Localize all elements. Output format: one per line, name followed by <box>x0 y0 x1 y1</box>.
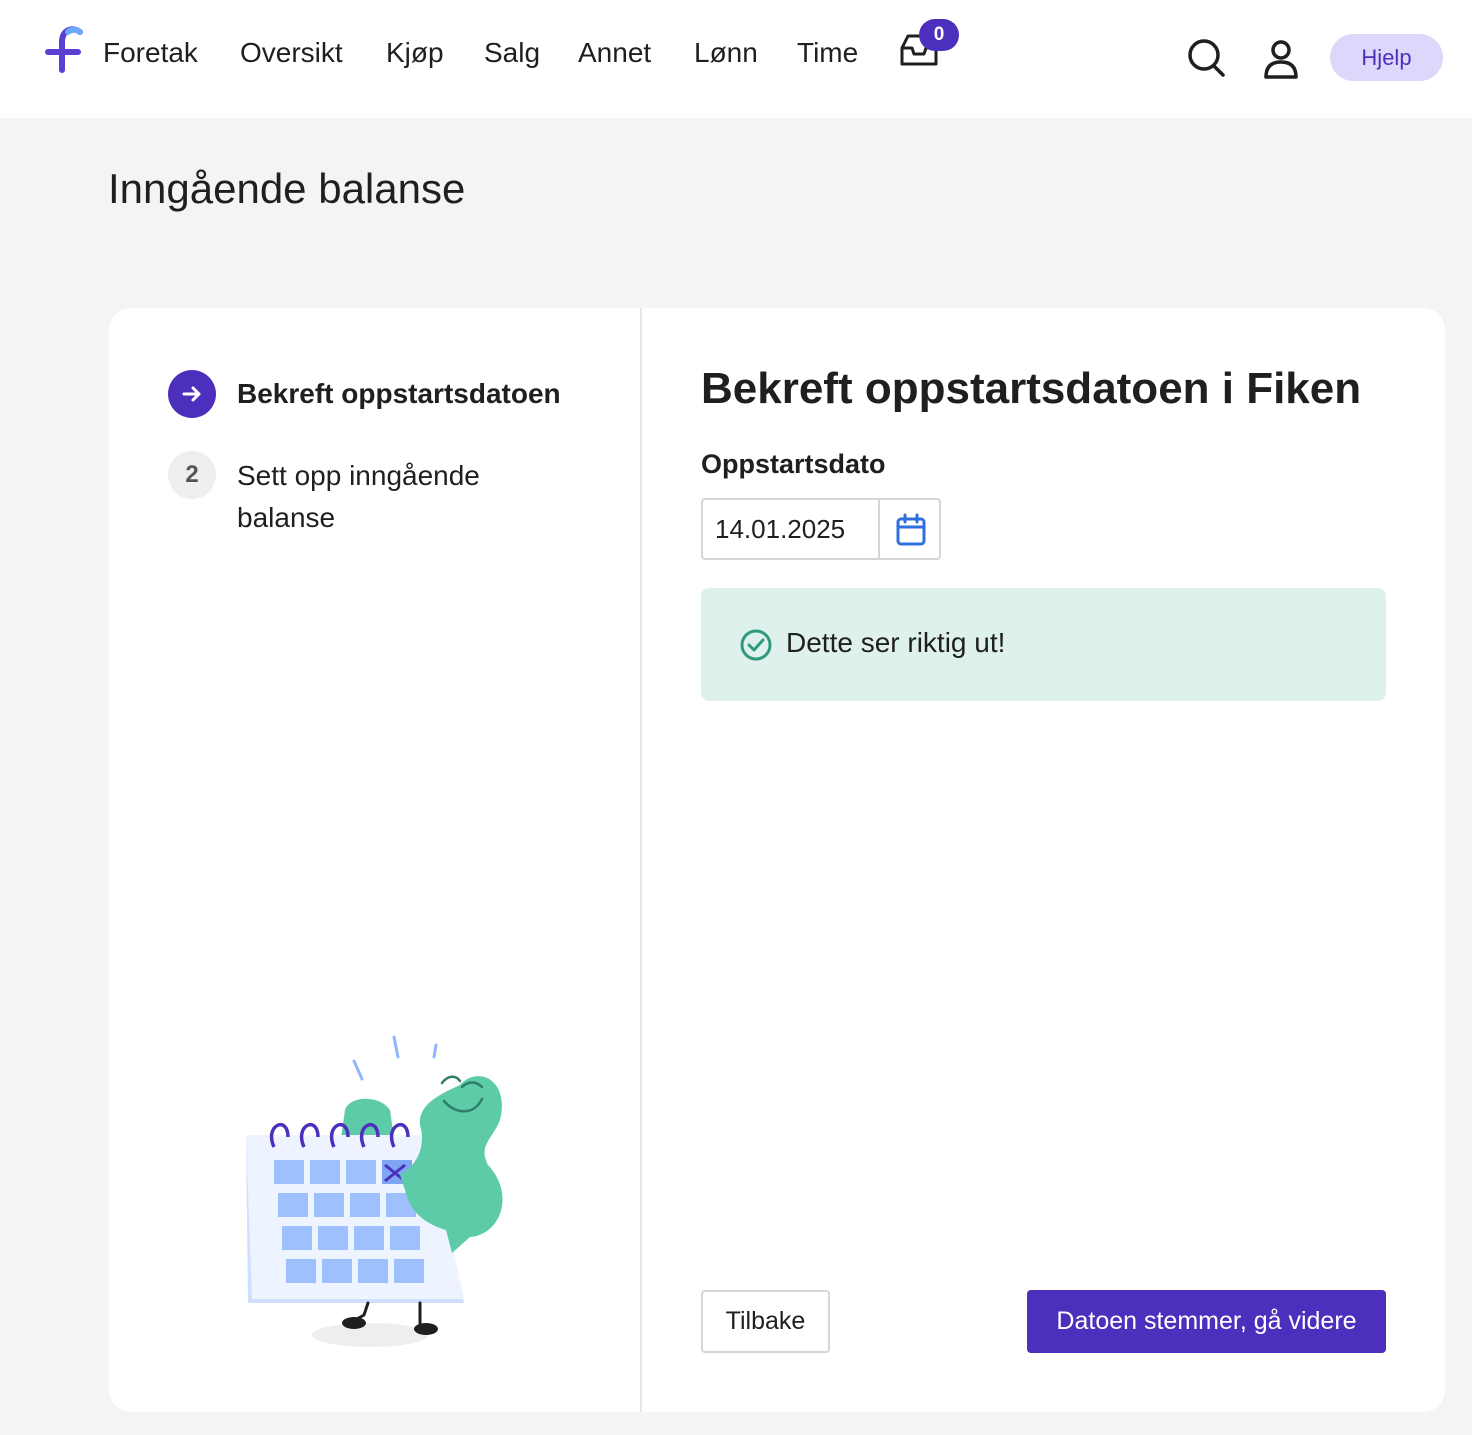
nav-item-salg[interactable]: Salg <box>484 36 540 70</box>
calendar-mascot-illustration <box>246 1035 503 1347</box>
calendar-icon <box>896 513 926 546</box>
nav-item-foretak[interactable]: Foretak <box>103 36 198 70</box>
success-message-box: Dette ser riktig ut! <box>701 588 1386 701</box>
search-icon[interactable] <box>1186 36 1226 78</box>
step-2-indicator: 2 <box>168 451 216 499</box>
success-message: Dette ser riktig ut! <box>786 627 1006 658</box>
fiken-logo-icon[interactable] <box>40 24 86 76</box>
section-title: Bekreft oppstartsdatoen i Fiken <box>701 364 1362 413</box>
nav-item-kjop[interactable]: Kjøp <box>386 36 444 70</box>
start-date-label: Oppstartsdato <box>701 449 886 479</box>
nav-item-annet[interactable]: Annet <box>578 36 651 70</box>
nav-item-lonn[interactable]: Lønn <box>694 36 758 70</box>
card-divider <box>640 308 642 1412</box>
confirm-date-button[interactable]: Datoen stemmer, gå videre <box>1027 1290 1386 1353</box>
nav-item-time[interactable]: Time <box>797 36 858 70</box>
back-button[interactable]: Tilbake <box>701 1290 830 1353</box>
top-navigation: Foretak Oversikt Kjøp Salg Annet Lønn Ti… <box>0 0 1472 118</box>
date-picker-button[interactable] <box>878 498 941 560</box>
help-button[interactable]: Hjelp <box>1330 34 1443 81</box>
step-1-label[interactable]: Bekreft oppstartsdatoen <box>237 377 561 411</box>
nav-item-oversikt[interactable]: Oversikt <box>240 36 343 70</box>
start-date-input[interactable] <box>701 498 879 560</box>
step-2-label[interactable]: Sett opp inngående balanse <box>237 455 567 539</box>
check-circle-icon <box>740 629 772 661</box>
arrow-right-icon <box>182 386 201 402</box>
user-icon[interactable] <box>1260 38 1302 80</box>
step-1-indicator <box>168 370 216 418</box>
inbox-count-badge: 0 <box>919 19 959 51</box>
page-title: Inngående balanse <box>108 165 466 212</box>
